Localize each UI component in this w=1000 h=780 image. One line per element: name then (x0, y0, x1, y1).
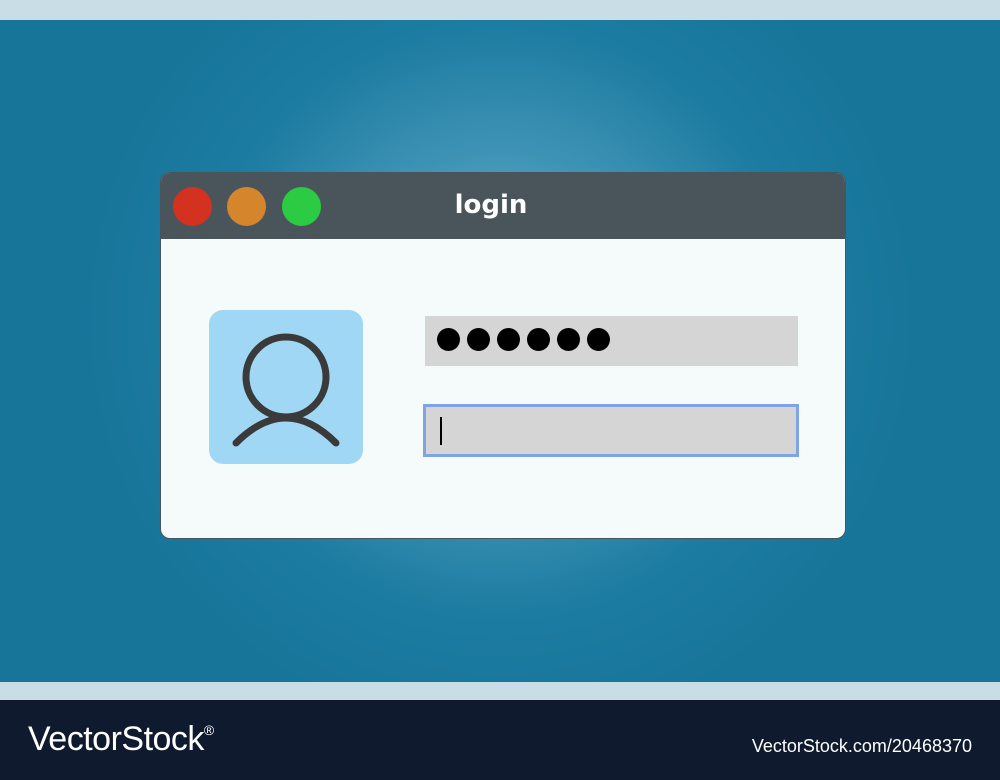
title-bar[interactable]: login (161, 173, 845, 239)
login-window: login (160, 172, 846, 539)
password-mask-dot (557, 328, 580, 351)
text-caret (440, 417, 442, 445)
username-field[interactable] (423, 404, 799, 457)
password-mask-dot (587, 328, 610, 351)
brand-name: VectorStock (28, 720, 204, 758)
top-strip (0, 0, 1000, 20)
avatar (209, 310, 363, 464)
footer-brand: VectorStock® (28, 720, 214, 759)
registered-mark: ® (203, 722, 214, 738)
password-mask-dot (437, 328, 460, 351)
password-mask-dot (467, 328, 490, 351)
window-title: login (454, 190, 528, 220)
password-mask (437, 328, 610, 351)
footer: VectorStock® VectorStock.com/20468370 (0, 700, 1000, 780)
user-icon (232, 333, 340, 447)
password-field[interactable] (425, 316, 798, 366)
password-mask-dot (497, 328, 520, 351)
footer-image-id: VectorStock.com/20468370 (751, 736, 972, 756)
bottom-strip (0, 682, 1000, 700)
password-mask-dot (527, 328, 550, 351)
